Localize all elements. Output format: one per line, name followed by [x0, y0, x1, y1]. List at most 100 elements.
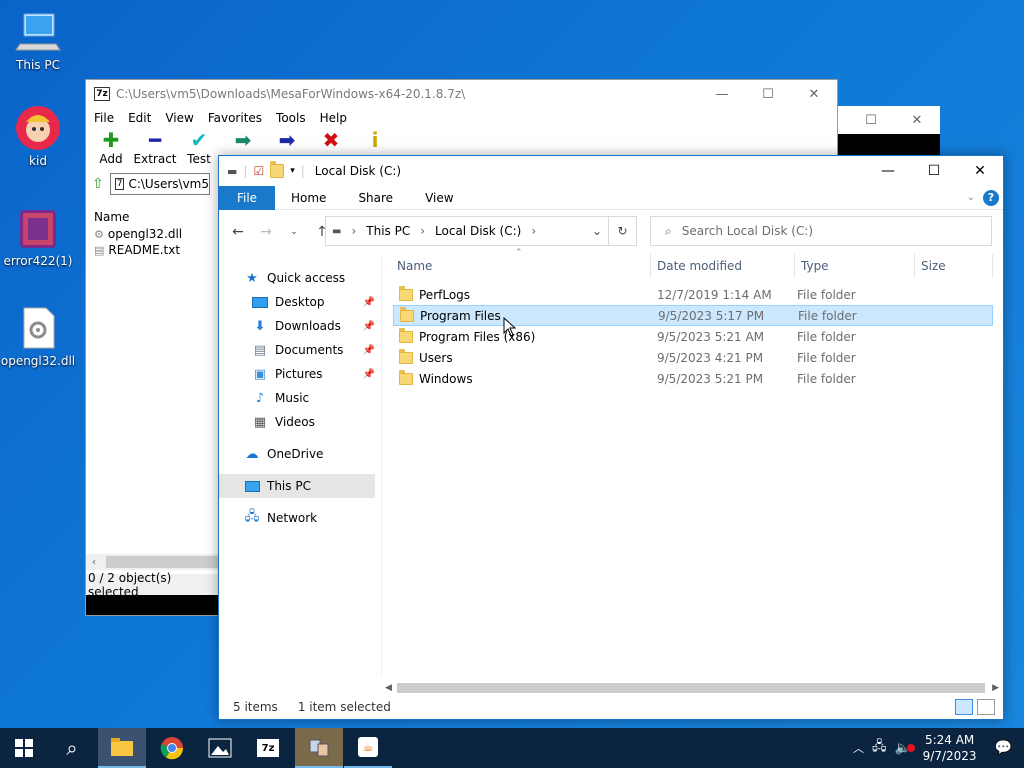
nav-item-pictures[interactable]: ▣ Pictures 📌 [219, 362, 379, 386]
sevenzip-address-field[interactable]: 7 C:\Users\vm5\ [109, 173, 210, 195]
minimize-icon[interactable]: — [699, 80, 745, 108]
nav-item-downloads[interactable]: ⬇ Downloads 📌 [219, 314, 379, 338]
refresh-icon[interactable]: ↻ [608, 217, 636, 245]
file-explorer-icon[interactable] [98, 728, 146, 768]
scrollbar-thumb[interactable] [397, 683, 985, 693]
ribbon-share-tab[interactable]: Share [342, 191, 409, 205]
list-item[interactable]: ▤ README.txt [90, 242, 220, 258]
sevenzip-horizontal-scrollbar[interactable]: ‹ [86, 554, 218, 570]
sevenzip-titlebar[interactable]: 7z C:\Users\vm5\Downloads\MesaForWindows… [86, 80, 837, 108]
recent-locations-icon[interactable]: ⌄ [283, 227, 305, 237]
breadcrumb[interactable]: ▬ › This PC › Local Disk (C:) › ⌄ ↻ [325, 216, 637, 246]
quick-access-dropdown-icon[interactable]: ▾ [290, 166, 295, 176]
ribbon-home-tab[interactable]: Home [275, 191, 342, 205]
scroll-left-icon[interactable]: ◀ [385, 683, 392, 693]
menu-help[interactable]: Help [320, 111, 347, 125]
videos-icon: ▦ [253, 414, 267, 430]
chevron-up-icon[interactable]: ︿ [849, 740, 868, 756]
pane-divider[interactable] [381, 256, 382, 676]
scroll-left-icon[interactable]: ‹ [92, 557, 96, 568]
list-item[interactable]: ⚙ opengl32.dll [90, 226, 220, 242]
table-row[interactable]: Windows 9/5/2023 5:21 PM File folder [393, 368, 993, 389]
menu-edit[interactable]: Edit [128, 111, 151, 125]
minimize-icon[interactable]: — [865, 156, 911, 186]
nav-item-onedrive[interactable]: ☁ OneDrive [219, 442, 379, 466]
new-folder-icon[interactable] [270, 161, 285, 178]
add-label: Add [99, 152, 123, 166]
mouse-cursor-icon [503, 317, 517, 337]
clock[interactable]: 5:24 AM 9/7/2023 [915, 732, 985, 764]
help-icon[interactable]: ? [983, 189, 999, 206]
file-name: opengl32.dll [107, 227, 183, 241]
start-button[interactable] [0, 728, 48, 768]
expand-ribbon-icon[interactable]: ⌄ [967, 192, 975, 203]
desktop-icon-kid[interactable]: kid [0, 104, 76, 168]
search-input[interactable]: ⌕ Search Local Disk (C:) [650, 216, 992, 246]
explorer-title: Local Disk (C:) [314, 164, 402, 178]
scrollbar-thumb[interactable] [106, 556, 218, 568]
menu-tools[interactable]: Tools [276, 111, 306, 125]
column-header-date[interactable]: Date modified [651, 254, 795, 278]
menu-view[interactable]: View [165, 111, 193, 125]
text-file-icon: ▤ [94, 243, 105, 257]
chrome-icon[interactable] [148, 728, 196, 768]
table-row[interactable]: PerfLogs 12/7/2019 1:14 AM File folder [393, 284, 993, 305]
table-row[interactable]: Program Files (x86) 9/5/2023 5:21 AM Fil… [393, 326, 993, 347]
row-name: Program Files [420, 308, 501, 323]
properties-icon[interactable]: ☑ [253, 164, 264, 178]
breadcrumb-this-pc[interactable]: This PC [366, 224, 410, 238]
column-header-size[interactable]: Size [915, 254, 993, 278]
menu-favorites[interactable]: Favorites [208, 111, 262, 125]
nav-label: Videos [275, 415, 315, 429]
column-header-type[interactable]: Type [795, 254, 915, 278]
7zip-icon[interactable]: 7z [244, 728, 292, 768]
network-app-icon[interactable] [295, 728, 343, 768]
desktop-icon-label: opengl32.dll [0, 354, 76, 368]
close-icon[interactable]: ✕ [957, 156, 1003, 186]
table-row-selected[interactable]: Program Files 9/5/2023 5:17 PM File fold… [393, 305, 993, 326]
up-folder-icon[interactable]: ⇧ [92, 176, 104, 192]
desktop-icon-opengl32[interactable]: opengl32.dll [0, 304, 76, 368]
explorer-titlebar[interactable]: ▬ | ☑ ▾ | Local Disk (C:) — ☐ ✕ [219, 156, 1003, 186]
forward-arrow-icon[interactable]: → [255, 224, 277, 240]
nav-item-this-pc[interactable]: This PC [219, 474, 375, 498]
menu-file[interactable]: File [94, 111, 114, 125]
close-icon[interactable]: ✕ [791, 80, 837, 108]
close-icon[interactable]: ✕ [894, 113, 940, 128]
action-center-icon[interactable]: 💬 [985, 740, 1024, 756]
volume-muted-icon[interactable]: 🔈 [890, 741, 915, 756]
network-status-icon[interactable]: 🖧 [868, 737, 891, 759]
documents-icon: ▤ [253, 342, 267, 358]
computer-icon [14, 8, 62, 56]
desktop-icon-this-pc[interactable]: This PC [0, 8, 76, 72]
nav-quick-access[interactable]: ★ Quick access [219, 266, 379, 290]
ribbon-view-tab[interactable]: View [409, 191, 469, 205]
add-button[interactable]: ✚ Add [92, 128, 130, 172]
nav-item-desktop[interactable]: Desktop 📌 [219, 290, 379, 314]
extract-button[interactable]: ━ Extract [134, 128, 177, 172]
desktop-icon-error422[interactable]: error422(1) [0, 204, 76, 268]
maximize-icon[interactable]: ☐ [848, 113, 894, 128]
search-icon[interactable]: ⌕ [48, 728, 96, 768]
column-header-name[interactable]: Name [90, 208, 220, 226]
scroll-right-icon[interactable]: ▶ [992, 683, 999, 693]
table-row[interactable]: Users 9/5/2023 4:21 PM File folder [393, 347, 993, 368]
maximize-icon[interactable]: ☐ [911, 156, 957, 186]
back-arrow-icon[interactable]: ← [227, 224, 249, 240]
breadcrumb-local-disk[interactable]: Local Disk (C:) [435, 224, 521, 238]
chevron-down-icon[interactable]: ⌄ [592, 224, 602, 238]
cloud-icon: ☁ [245, 446, 259, 462]
nav-item-network[interactable]: 🖧 Network [219, 506, 379, 530]
maximize-icon[interactable]: ☐ [745, 80, 791, 108]
nav-item-music[interactable]: ♪ Music [219, 386, 379, 410]
photos-icon[interactable] [196, 728, 244, 768]
row-type: File folder [797, 371, 856, 386]
details-view-icon[interactable] [955, 699, 973, 715]
test-button[interactable]: ✔ Test [180, 128, 218, 172]
large-icons-view-icon[interactable] [977, 699, 995, 715]
nav-item-videos[interactable]: ▦ Videos [219, 410, 379, 434]
nav-item-documents[interactable]: ▤ Documents 📌 [219, 338, 379, 362]
horizontal-scrollbar[interactable]: ◀ ▶ [381, 680, 1003, 696]
java-icon[interactable]: ☕ [344, 728, 392, 768]
ribbon-file-tab[interactable]: File [219, 185, 275, 210]
